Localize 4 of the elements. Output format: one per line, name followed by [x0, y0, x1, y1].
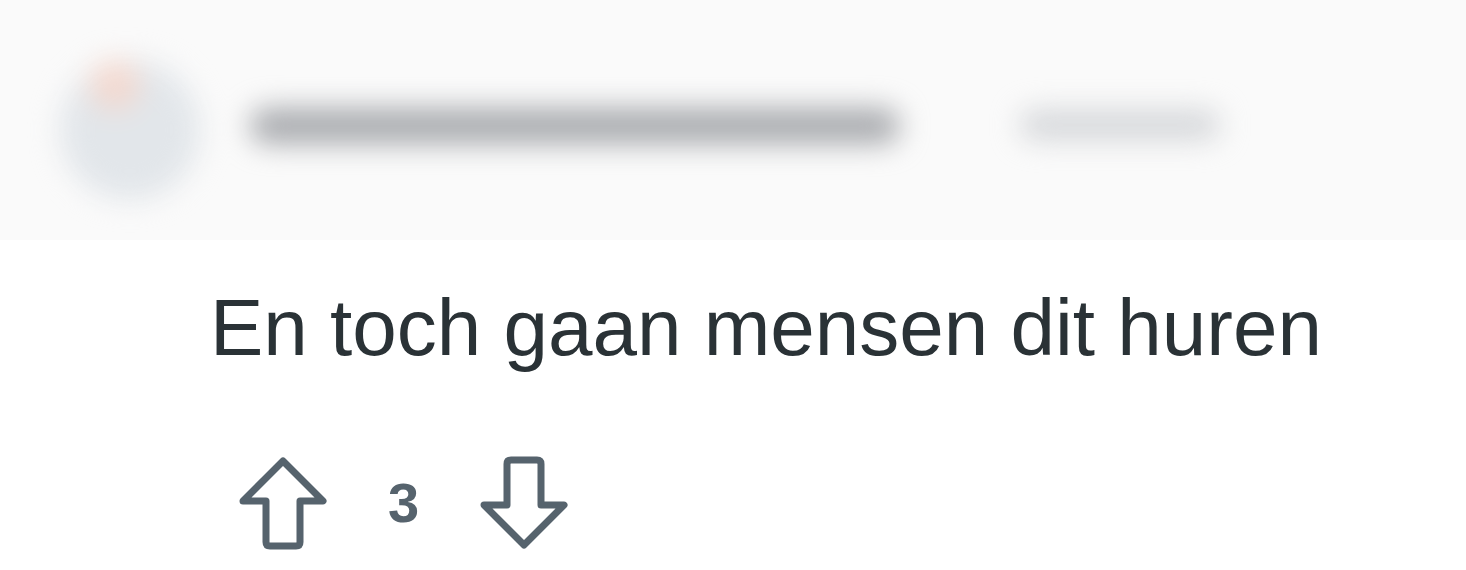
comment-text: En toch gaan mensen dit huren: [209, 282, 1323, 374]
downvote-icon[interactable]: [479, 456, 570, 550]
vote-score: 3: [388, 475, 420, 531]
upvote-icon[interactable]: [238, 456, 328, 550]
